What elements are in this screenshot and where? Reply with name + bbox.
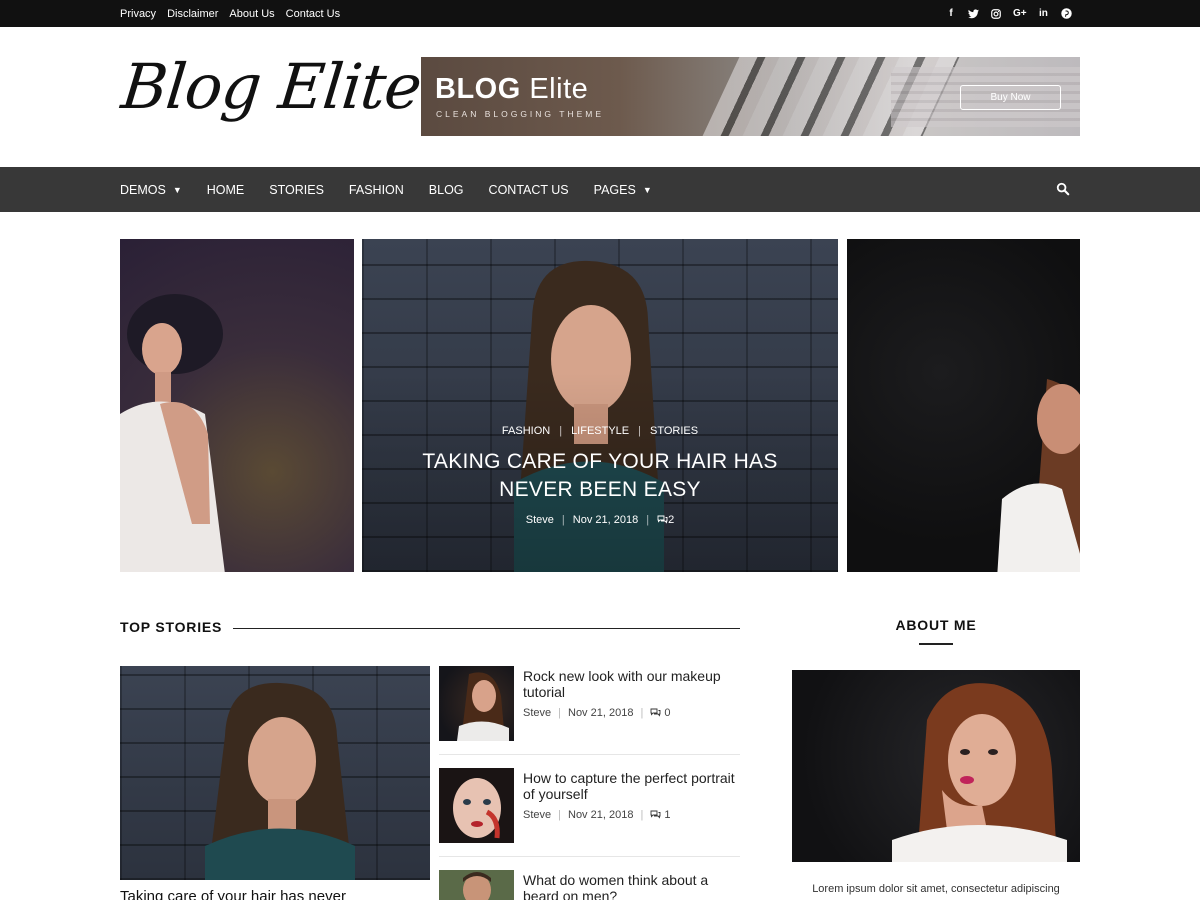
chevron-down-icon: ▼ xyxy=(172,184,182,195)
nav-item-label: STORIES xyxy=(269,182,324,197)
about-me-text: Lorem ipsum dolor sit amet, consectetur … xyxy=(812,883,1060,895)
story-thumbnail-image xyxy=(457,672,509,741)
story-thumbnail[interactable] xyxy=(439,870,514,900)
pinterest-icon[interactable] xyxy=(1060,8,1072,20)
main-nav: DEMOS ▼ HOME STORIES FASHION BLOG CONTACT… xyxy=(0,167,1200,212)
story-thumbnail[interactable] xyxy=(439,768,514,843)
separator: | xyxy=(640,809,644,821)
hero-slide-active[interactable]: FASHION | LIFESTYLE | STORIES TAKING CARE OF… xyxy=(362,239,838,572)
story-title[interactable]: How to capture the perfect portrait of y… xyxy=(523,770,740,802)
header-banner-ad[interactable]: BLOG Elite CLEAN BLOGGING THEME Buy Now xyxy=(421,57,1080,136)
section-divider xyxy=(233,628,740,629)
buy-now-button[interactable]: Buy Now xyxy=(960,85,1061,110)
hero-comment-count[interactable]: 2 xyxy=(668,514,674,526)
featured-story-title[interactable]: Taking care of your hair has never xyxy=(120,888,346,900)
slide-woman-image xyxy=(120,294,225,572)
linkedin-icon[interactable]: in xyxy=(1037,8,1049,20)
hero-author[interactable]: Steve xyxy=(526,514,554,526)
search-icon[interactable] xyxy=(1056,182,1070,196)
hero-title-line-2: NEVER BEEN EASY xyxy=(499,478,701,501)
hero-slide-next[interactable] xyxy=(847,239,1080,572)
hero-title-line-1: TAKING CARE OF YOUR HAIR HAS xyxy=(422,450,778,473)
banner-title-bold: BLOG xyxy=(435,73,521,105)
facebook-icon[interactable]: f xyxy=(945,8,957,20)
hero-title[interactable]: TAKING CARE OF YOUR HAIR HAS NEVER BEEN … xyxy=(382,448,818,504)
divider xyxy=(439,754,740,755)
story-meta: Steve | Nov 21, 2018 | 1 xyxy=(523,809,670,821)
story-meta: Steve | Nov 21, 2018 | 0 xyxy=(523,707,670,719)
separator: | xyxy=(561,514,565,526)
social-links: f G+ in xyxy=(934,0,1072,27)
divider xyxy=(439,856,740,857)
top-link-about-us[interactable]: About Us xyxy=(229,8,274,20)
nav-item-fashion[interactable]: FASHION xyxy=(349,183,404,197)
comment-icon xyxy=(650,708,661,717)
hero-category-lifestyle[interactable]: LIFESTYLE xyxy=(571,425,629,437)
banner-subtitle: CLEAN BLOGGING THEME xyxy=(436,109,605,119)
nav-item-demos[interactable]: DEMOS ▼ xyxy=(120,183,182,197)
nav-item-blog[interactable]: BLOG xyxy=(429,183,464,197)
hero-slide-prev[interactable] xyxy=(120,239,354,572)
hero-date: Nov 21, 2018 xyxy=(572,514,639,526)
nav-item-contact-us[interactable]: CONTACT US xyxy=(489,183,569,197)
comment-icon xyxy=(650,810,661,819)
top-link-contact-us[interactable]: Contact Us xyxy=(286,8,340,20)
separator: | xyxy=(558,809,561,821)
instagram-icon[interactable] xyxy=(990,8,1002,20)
separator: | xyxy=(640,707,644,719)
story-comment-count[interactable]: 1 xyxy=(664,809,670,821)
story-date: Nov 21, 2018 xyxy=(568,707,634,719)
story-title[interactable]: Rock new look with our makeup tutorial xyxy=(523,668,740,700)
about-me-photo xyxy=(792,670,1080,862)
twitter-icon[interactable] xyxy=(968,8,980,20)
separator: | xyxy=(638,425,641,437)
separator: | xyxy=(558,707,561,719)
slide-woman-image xyxy=(997,379,1080,572)
nav-item-label: CONTACT US xyxy=(488,182,569,197)
story-comment-count[interactable]: 0 xyxy=(664,707,670,719)
nav-item-pages[interactable]: PAGES ▼ xyxy=(594,183,652,197)
featured-story-image[interactable] xyxy=(120,666,430,880)
nav-item-label: PAGES xyxy=(593,182,636,197)
story-title[interactable]: What do women think about a beard on men… xyxy=(523,872,740,900)
hero-meta: Steve | Nov 21, 2018 | 2 xyxy=(362,514,838,526)
google-plus-icon[interactable]: G+ xyxy=(1013,8,1027,20)
hero-category-fashion[interactable]: FASHION xyxy=(502,425,550,437)
comment-icon xyxy=(657,515,668,524)
top-links: Privacy Disclaimer About Us Contact Us xyxy=(120,0,351,27)
nav-item-label: DEMOS xyxy=(120,182,166,197)
banner-title: BLOG Elite xyxy=(435,73,588,106)
heading-underline xyxy=(919,643,953,645)
separator: | xyxy=(559,425,563,437)
nav-item-home[interactable]: HOME xyxy=(207,183,245,197)
nav-items: DEMOS ▼ HOME STORIES FASHION BLOG CONTACT… xyxy=(120,167,677,212)
nav-item-label: FASHION xyxy=(348,182,404,197)
story-thumbnail-image xyxy=(463,872,491,900)
story-author[interactable]: Steve xyxy=(523,707,551,719)
story-author[interactable]: Steve xyxy=(523,809,551,821)
about-me-heading: ABOUT ME xyxy=(895,617,977,633)
story-thumbnail[interactable] xyxy=(439,666,514,741)
nav-item-label: HOME xyxy=(206,182,245,197)
about-woman-image xyxy=(892,683,1067,862)
hero-category-stories[interactable]: STORIES xyxy=(650,425,698,437)
banner-title-thin: Elite xyxy=(529,73,589,105)
featured-woman-image xyxy=(205,682,355,880)
separator: | xyxy=(646,514,650,526)
site-logo[interactable]: Blog Elite xyxy=(118,50,424,123)
hero-categories: FASHION | LIFESTYLE | STORIES xyxy=(362,425,838,437)
top-link-privacy[interactable]: Privacy xyxy=(120,8,156,20)
nav-item-label: BLOG xyxy=(428,182,464,197)
story-thumbnail-image xyxy=(439,768,514,843)
chevron-down-icon: ▼ xyxy=(642,184,652,195)
nav-item-stories[interactable]: STORIES xyxy=(269,183,324,197)
top-bar: Privacy Disclaimer About Us Contact Us f… xyxy=(0,0,1200,27)
story-date: Nov 21, 2018 xyxy=(568,809,634,821)
top-link-disclaimer[interactable]: Disclaimer xyxy=(167,8,218,20)
top-stories-heading: TOP STORIES xyxy=(120,619,223,635)
